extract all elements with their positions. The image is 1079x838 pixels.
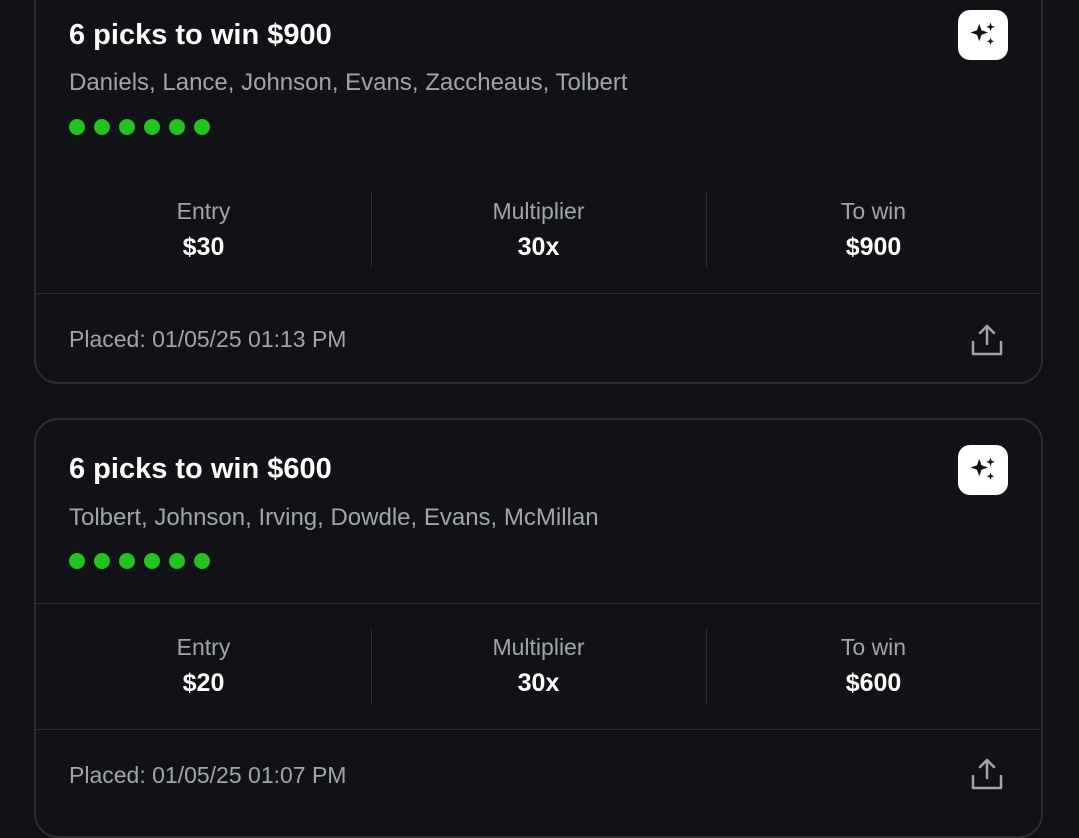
pick-status-dot xyxy=(169,119,185,135)
entry-stats: Entry $30 Multiplier 30x To win $900 xyxy=(36,192,1041,268)
share-button[interactable] xyxy=(967,320,1007,360)
share-icon xyxy=(971,324,1003,356)
entry-card[interactable]: 6 picks to win $900 Daniels, Lance, John… xyxy=(34,0,1043,384)
entry-value: $30 xyxy=(182,233,225,261)
to-win-value: $600 xyxy=(845,669,902,697)
ai-insights-button[interactable] xyxy=(958,10,1008,60)
entry-title: 6 picks to win $900 xyxy=(69,19,332,51)
entry-label: Entry xyxy=(176,198,231,224)
to-win-label: To win xyxy=(840,198,907,224)
multiplier-value: 30x xyxy=(517,233,560,261)
to-win-label: To win xyxy=(840,634,907,660)
multiplier-value: 30x xyxy=(517,669,560,697)
pick-status-dot xyxy=(169,553,185,569)
divider xyxy=(36,293,1041,294)
entry-players: Tolbert, Johnson, Irving, Dowdle, Evans,… xyxy=(69,504,599,531)
pick-status-dot xyxy=(144,119,160,135)
pick-status-dot xyxy=(69,553,85,569)
pick-status-dot xyxy=(94,119,110,135)
entry-title: 6 picks to win $600 xyxy=(69,453,332,485)
multiplier-label: Multiplier xyxy=(492,198,585,224)
pick-status-dots xyxy=(69,119,210,135)
pick-status-dot xyxy=(69,119,85,135)
entry-stats: Entry $20 Multiplier 30x To win $600 xyxy=(36,628,1041,704)
ai-insights-button[interactable] xyxy=(958,445,1008,495)
pick-status-dots xyxy=(69,553,210,569)
entry-stat: Entry $30 xyxy=(36,192,371,268)
pick-status-dot xyxy=(119,119,135,135)
pick-status-dot xyxy=(194,553,210,569)
sparkles-icon xyxy=(970,22,995,45)
placed-timestamp: Placed: 01/05/25 01:13 PM xyxy=(69,326,347,352)
entry-players: Daniels, Lance, Johnson, Evans, Zaccheau… xyxy=(69,69,628,96)
to-win-stat: To win $900 xyxy=(706,192,1041,268)
to-win-stat: To win $600 xyxy=(706,628,1041,704)
placed-timestamp: Placed: 01/05/25 01:07 PM xyxy=(69,762,347,788)
entry-card[interactable]: 6 picks to win $600 Tolbert, Johnson, Ir… xyxy=(34,418,1043,838)
divider xyxy=(36,603,1041,604)
entry-value: $20 xyxy=(182,669,225,697)
entry-stat: Entry $20 xyxy=(36,628,371,704)
multiplier-stat: Multiplier 30x xyxy=(371,192,706,268)
divider xyxy=(36,729,1041,730)
share-button[interactable] xyxy=(967,754,1007,794)
multiplier-label: Multiplier xyxy=(492,634,585,660)
share-icon xyxy=(971,758,1003,790)
multiplier-stat: Multiplier 30x xyxy=(371,628,706,704)
pick-status-dot xyxy=(119,553,135,569)
entry-label: Entry xyxy=(176,634,231,660)
to-win-value: $900 xyxy=(845,233,902,261)
pick-status-dot xyxy=(144,553,160,569)
pick-status-dot xyxy=(94,553,110,569)
pick-status-dot xyxy=(194,119,210,135)
sparkles-icon xyxy=(970,457,995,480)
